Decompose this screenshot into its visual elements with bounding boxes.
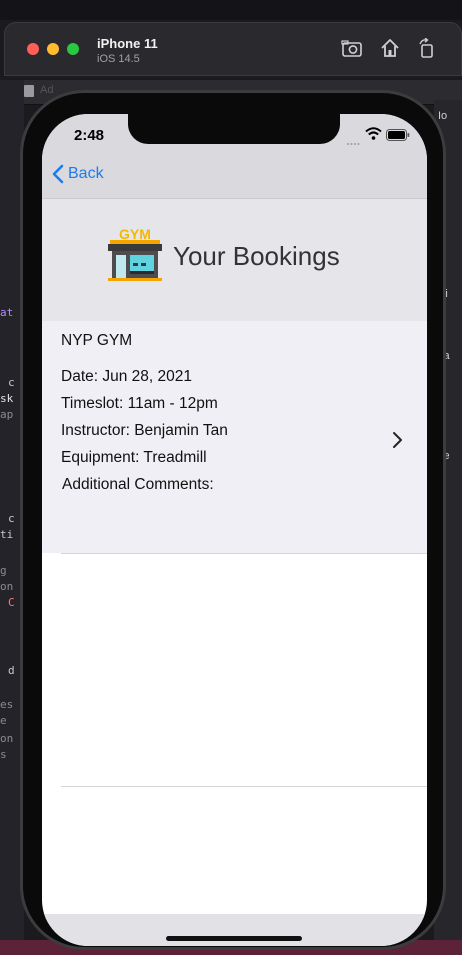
booking-timeslot: Timeslot: 11am - 12pm xyxy=(61,395,218,412)
zoom-window-button[interactable] xyxy=(67,43,79,55)
booking-cell[interactable]: NYP GYM Date: Jun 28, 2021 Timeslot: 11a… xyxy=(42,321,427,553)
code-fragment: on xyxy=(0,580,14,593)
close-window-button[interactable] xyxy=(27,43,39,55)
booking-instructor: Instructor: Benjamin Tan xyxy=(61,422,228,439)
inspector-fragment: Io xyxy=(438,110,448,122)
page-title: Your Bookings xyxy=(173,241,340,271)
simulator-title-bar: iPhone 11 iOS 14.5 xyxy=(4,22,462,76)
wifi-icon xyxy=(365,127,382,145)
booking-equipment: Equipment: Treadmill xyxy=(61,449,207,466)
row-separator xyxy=(61,786,427,787)
code-fragment: ap xyxy=(0,408,14,421)
code-fragment: d xyxy=(8,664,15,677)
gym-storefront-icon: GYM xyxy=(108,226,162,281)
ide-tab-label[interactable]: Ad xyxy=(40,84,53,96)
back-button[interactable]: Back xyxy=(52,164,104,184)
chevron-left-icon xyxy=(52,164,64,184)
status-time: 2:48 xyxy=(74,127,105,144)
page-header: GYM Your Bookings xyxy=(42,198,427,322)
rotate-icon[interactable] xyxy=(416,37,440,60)
code-fragment: C xyxy=(8,596,15,609)
code-fragment: ti xyxy=(0,528,14,541)
row-separator xyxy=(61,553,427,554)
code-fragment: sk xyxy=(0,392,14,405)
minimize-window-button[interactable] xyxy=(47,43,59,55)
code-fragment: es xyxy=(0,698,14,711)
desktop-top-strip xyxy=(0,0,462,20)
code-fragment: c xyxy=(8,512,15,525)
notch xyxy=(128,114,340,144)
back-button-label: Back xyxy=(68,165,104,182)
simulator-os-version: iOS 14.5 xyxy=(97,53,140,65)
chevron-right-icon xyxy=(393,432,402,448)
code-fragment: c xyxy=(8,376,15,389)
app-screen: 2:48 Back GYM Your Bookings NYP GYM Date… xyxy=(42,114,427,946)
code-fragment: g xyxy=(0,564,7,577)
code-fragment: at xyxy=(0,306,14,319)
document-icon xyxy=(24,85,34,97)
home-indicator[interactable] xyxy=(166,936,302,941)
code-fragment: e xyxy=(0,714,7,727)
cellular-signal-icon xyxy=(346,133,362,151)
home-icon[interactable] xyxy=(379,38,403,60)
code-fragment: on xyxy=(0,732,14,745)
booking-date: Date: Jun 28, 2021 xyxy=(61,368,192,385)
gym-logo-text: GYM xyxy=(119,226,151,242)
simulator-device-name: iPhone 11 xyxy=(97,36,158,51)
booking-comments: Additional Comments: xyxy=(62,476,214,493)
home-indicator-area xyxy=(42,914,427,946)
gym-name: NYP GYM xyxy=(61,332,133,349)
battery-icon xyxy=(386,128,410,146)
screenshot-icon[interactable] xyxy=(341,38,365,60)
code-fragment: s xyxy=(0,748,7,761)
